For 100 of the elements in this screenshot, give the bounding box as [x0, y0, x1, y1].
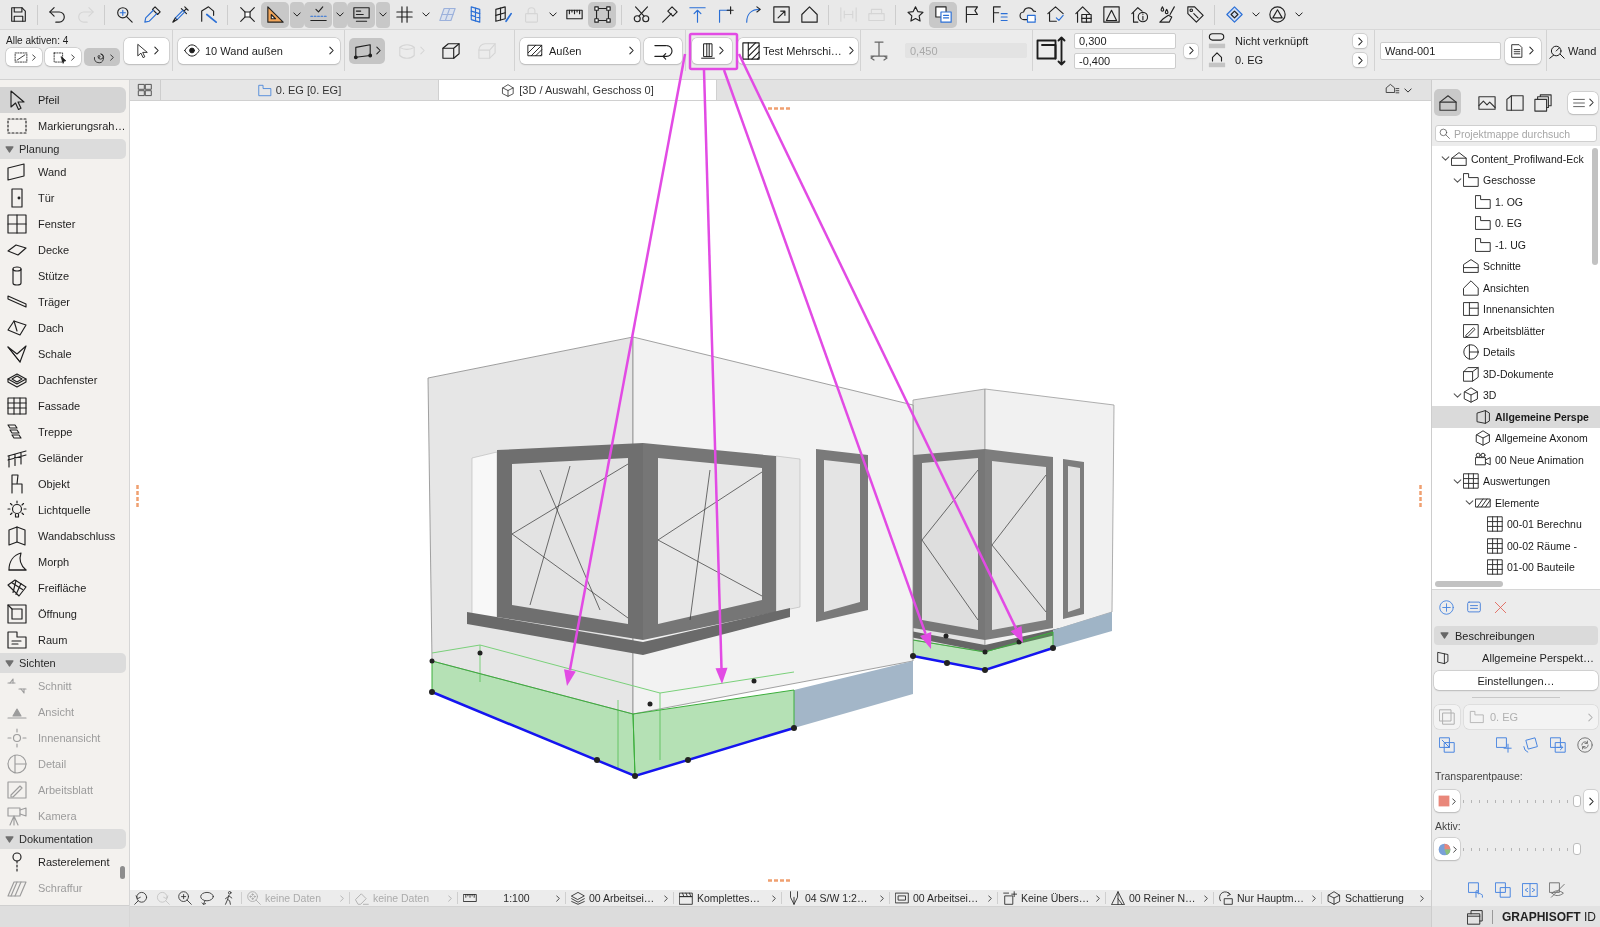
- tree-item[interactable]: Ansichten: [1432, 277, 1600, 299]
- tree-item[interactable]: Elemente: [1432, 492, 1600, 514]
- status-dropdown[interactable]: Nur Hauptm…: [1215, 890, 1320, 906]
- view-tab[interactable]: [3D / Auswahl, Geschoss 0]: [439, 80, 717, 100]
- dashed-handle-icon[interactable]: [768, 879, 790, 882]
- copy-box-icon[interactable]: [1495, 882, 1511, 898]
- tool-item[interactable]: Raum: [0, 627, 126, 653]
- status-dropdown[interactable]: 00 Arbeitsei…: [891, 890, 996, 906]
- element-id-field[interactable]: Wand-001: [1380, 41, 1501, 60]
- windows-icon[interactable]: [1467, 908, 1483, 925]
- chevron-down-icon[interactable]: [1452, 392, 1462, 398]
- pointer-button[interactable]: [124, 37, 169, 64]
- status-dropdown[interactable]: Schattierung: [1323, 890, 1428, 906]
- color-button[interactable]: [1434, 790, 1460, 812]
- hand-box-icon[interactable]: [1468, 882, 1484, 898]
- scroll-thumb[interactable]: [1435, 581, 1503, 587]
- orbit-icon[interactable]: [200, 891, 214, 905]
- section-header[interactable]: Sichten: [0, 653, 126, 673]
- tool-item[interactable]: Fenster: [0, 211, 126, 237]
- tree-item[interactable]: 00-02 Räume -: [1432, 535, 1600, 557]
- color-button[interactable]: [1434, 838, 1460, 860]
- list-card-icon[interactable]: [1466, 600, 1482, 614]
- selection-mode-button[interactable]: [84, 48, 120, 66]
- swap-box-icon[interactable]: [1550, 737, 1566, 753]
- tool-item[interactable]: Objekt: [0, 471, 126, 497]
- next-button[interactable]: [1584, 790, 1598, 812]
- zoom-in-icon[interactable]: [178, 891, 192, 905]
- delete-icon[interactable]: [1494, 600, 1507, 614]
- tool-settings-button[interactable]: Wand: [1549, 37, 1597, 64]
- section-header[interactable]: Dokumentation: [0, 829, 126, 849]
- tool-item[interactable]: Geländer: [0, 445, 126, 471]
- section-header[interactable]: Beschreibungen: [1434, 626, 1598, 645]
- chevron-down-icon[interactable]: [1464, 500, 1474, 506]
- status-dropdown[interactable]: 00 Reiner N…: [1107, 890, 1212, 906]
- offset-menu-button[interactable]: [1184, 43, 1198, 58]
- settings-button[interactable]: Einstellungen…: [1434, 671, 1598, 690]
- hidden-box-icon[interactable]: [1549, 882, 1565, 898]
- composite-dropdown[interactable]: Test Mehrschi…: [738, 37, 858, 64]
- tool-item[interactable]: Freifläche: [0, 575, 126, 601]
- toolbar-button[interactable]: [929, 1, 957, 28]
- dropdown-toggle[interactable]: [333, 1, 347, 28]
- tree-item[interactable]: Innenansichten: [1432, 298, 1600, 320]
- tree-item[interactable]: Schnitte: [1432, 255, 1600, 277]
- menu-button[interactable]: [1568, 91, 1598, 114]
- tool-item[interactable]: Träger: [0, 289, 126, 315]
- dashed-handle-icon[interactable]: [768, 107, 790, 110]
- tool-item[interactable]: Wand: [0, 159, 126, 185]
- scroll-thumb[interactable]: [120, 866, 125, 879]
- tree-item[interactable]: 1. OG: [1432, 191, 1600, 213]
- selection-mode-button[interactable]: [45, 48, 81, 66]
- reference-line-dropdown[interactable]: Außen: [520, 37, 640, 64]
- tool-item[interactable]: Decke: [0, 237, 126, 263]
- diagonal-arrow-box-icon[interactable]: [1439, 737, 1455, 753]
- section-header[interactable]: Planung: [0, 139, 126, 159]
- tree-item[interactable]: -1. UG: [1432, 234, 1600, 256]
- move-box-icon[interactable]: [1496, 737, 1512, 753]
- tool-item[interactable]: Treppe: [0, 419, 126, 445]
- tool-item[interactable]: Schale: [0, 341, 126, 367]
- tool-item[interactable]: Dachfenster: [0, 367, 126, 393]
- tree-item[interactable]: Arbeitsblätter: [1432, 320, 1600, 342]
- tree-item[interactable]: 3D-Dokumente: [1432, 363, 1600, 385]
- selection-mode-button[interactable]: [6, 48, 42, 66]
- document-button[interactable]: [1505, 37, 1541, 64]
- tool-item[interactable]: Markierungsrah…: [0, 113, 126, 139]
- status-dropdown[interactable]: 00 Arbeitsei…: [567, 890, 672, 906]
- tree-item[interactable]: Auswertungen: [1432, 470, 1600, 492]
- tool-item[interactable]: Wandabschluss: [0, 523, 126, 549]
- status-dropdown[interactable]: 04 S/W 1:2…: [783, 890, 888, 906]
- dashed-handle-icon[interactable]: [136, 485, 139, 507]
- tree-item[interactable]: 01-00 Bauteile: [1432, 556, 1600, 578]
- tool-item[interactable]: Morph: [0, 549, 126, 575]
- view-tab[interactable]: 0. EG [0. EG]: [161, 80, 439, 100]
- tool-item[interactable]: Rasterelement: [0, 849, 126, 875]
- tool-item[interactable]: Dach: [0, 315, 126, 341]
- status-dropdown[interactable]: Keine Übers…: [999, 890, 1104, 906]
- toolbar-button[interactable]: [261, 1, 289, 28]
- toolbar-button[interactable]: [304, 1, 332, 28]
- status-dropdown[interactable]: 1:100: [459, 890, 564, 906]
- tool-item[interactable]: Tür: [0, 185, 126, 211]
- tree-item[interactable]: 3D: [1432, 384, 1600, 406]
- tree-item[interactable]: 0. EG: [1432, 212, 1600, 234]
- tree-item[interactable]: Geschosse: [1432, 169, 1600, 191]
- toolbar-button[interactable]: [588, 1, 616, 28]
- chevron-down-icon[interactable]: [1440, 156, 1450, 162]
- toolbar-button[interactable]: [347, 1, 375, 28]
- tool-item[interactable]: Lichtquelle: [0, 497, 126, 523]
- refresh-icon[interactable]: [1577, 737, 1593, 753]
- geometry-method-button[interactable]: [349, 37, 385, 64]
- status-dropdown[interactable]: Komplettes…: [675, 890, 780, 906]
- dropdown-toggle[interactable]: [290, 1, 304, 28]
- split-box-icon[interactable]: [1522, 882, 1538, 898]
- tool-item[interactable]: Stütze: [0, 263, 126, 289]
- add-icon[interactable]: [1439, 599, 1454, 615]
- top-link-menu-button[interactable]: [1353, 34, 1367, 48]
- slider-thumb[interactable]: [1573, 795, 1581, 807]
- tree-item[interactable]: Allgemeine Perspe: [1432, 406, 1600, 428]
- flip-button[interactable]: [644, 37, 682, 64]
- rotate-box-icon[interactable]: [1523, 737, 1539, 753]
- scroll-thumb[interactable]: [1592, 148, 1598, 265]
- tree-item[interactable]: Allgemeine Axonom: [1432, 427, 1600, 449]
